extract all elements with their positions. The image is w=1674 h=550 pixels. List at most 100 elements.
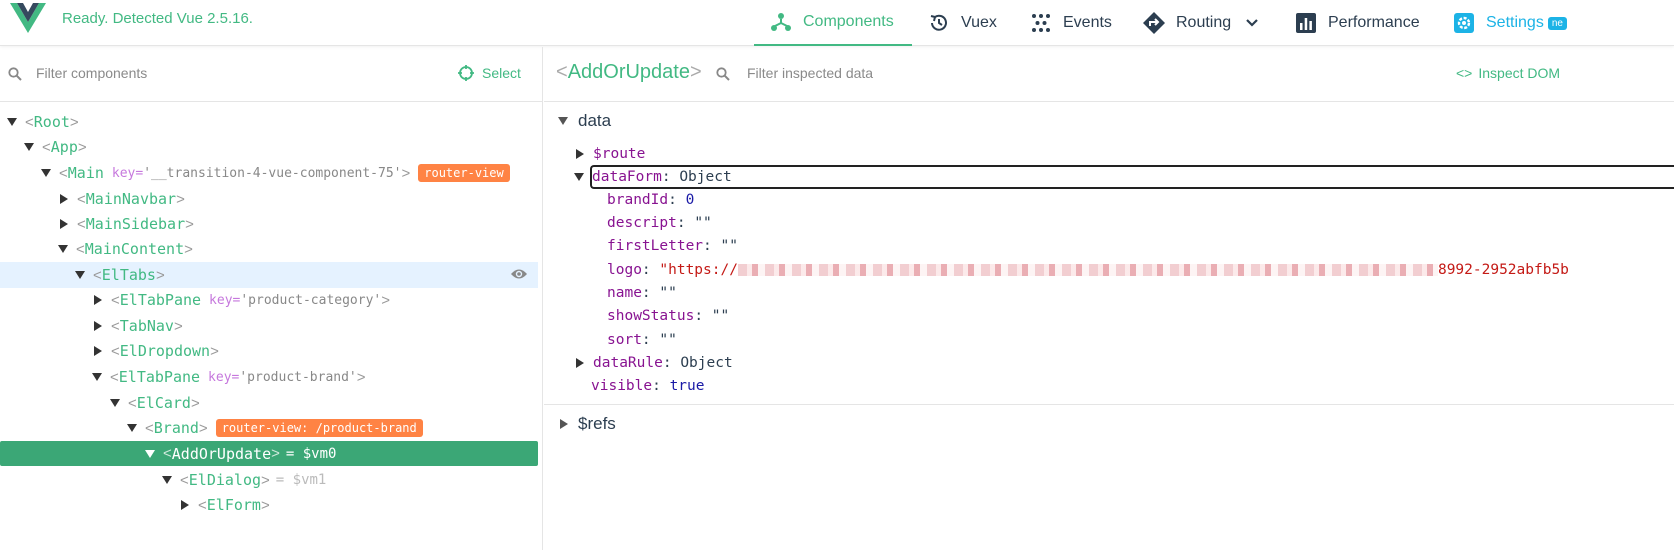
collapse-arrow-icon[interactable] — [75, 271, 85, 279]
collapse-arrow-icon[interactable] — [92, 373, 102, 381]
search-icon — [716, 67, 730, 81]
section-title: $refs — [578, 414, 616, 433]
expand-arrow-icon[interactable] — [94, 321, 102, 331]
prop-showstatus[interactable]: showStatus: "" — [607, 305, 729, 327]
tree-row-eltabs[interactable]: < ElTabs > — [0, 262, 538, 288]
component-name: MainContent — [84, 240, 185, 258]
prop-value-suffix[interactable]: 8992-2952abfb5b — [1438, 262, 1569, 278]
tab-settings[interactable]: Settings ne — [1453, 0, 1567, 46]
tree-row-brand[interactable]: < Brand > router-view: /product-brand — [0, 416, 538, 440]
router-view-badge: router-view: /product-brand — [215, 419, 423, 437]
expand-arrow-icon[interactable] — [576, 358, 584, 368]
collapse-arrow-icon[interactable] — [110, 399, 120, 407]
inspected-component-name: AddOrUpdate — [567, 61, 690, 83]
router-view-badge: router-view — [418, 164, 510, 182]
prop-route[interactable]: $route — [574, 143, 645, 165]
prop-value[interactable]: true — [670, 378, 705, 394]
attr-key: key= — [111, 165, 144, 181]
component-name: MainNavbar — [85, 190, 177, 208]
tab-routing[interactable]: Routing — [1143, 0, 1259, 46]
tree-row-eldialog[interactable]: < ElDialog > = $vm1 — [0, 468, 538, 492]
prop-descript[interactable]: descript: "" — [607, 212, 712, 234]
component-name: MainSidebar — [85, 215, 186, 233]
prop-value[interactable]: "" — [712, 308, 729, 324]
highlight-box — [590, 165, 1674, 189]
expand-arrow-icon[interactable] — [181, 500, 189, 510]
refs-section-header[interactable]: $refs — [558, 414, 616, 434]
prop-key: logo — [607, 262, 642, 278]
prop-key: sort — [607, 332, 642, 348]
tree-row-maincontent[interactable]: < MainContent > — [0, 237, 538, 261]
tree-row-mainnavbar[interactable]: < MainNavbar > — [0, 187, 538, 211]
prop-value[interactable]: "" — [659, 285, 676, 301]
prop-brandid[interactable]: brandId: 0 — [607, 189, 694, 211]
vue-logo-icon — [10, 3, 46, 33]
tree-row-tabnav[interactable]: < TabNav > — [0, 314, 538, 338]
performance-icon — [1296, 13, 1316, 33]
prop-key: descript — [607, 215, 677, 231]
collapse-arrow-icon[interactable] — [24, 143, 34, 151]
prop-datarule[interactable]: dataRule: Object — [574, 352, 733, 374]
prop-value[interactable]: "" — [721, 238, 738, 254]
tree-row-addorupdate[interactable]: < AddOrUpdate > = $vm0 — [0, 441, 538, 466]
tree-row-elcard[interactable]: < ElCard > — [0, 391, 538, 415]
collapse-arrow-icon[interactable] — [574, 173, 584, 181]
section-title: data — [578, 111, 612, 130]
prop-key: showStatus — [607, 308, 695, 324]
tab-label: Vuex — [961, 14, 997, 31]
expand-arrow-icon[interactable] — [560, 419, 568, 429]
collapse-arrow-icon[interactable] — [145, 449, 155, 458]
prop-visible[interactable]: visible: true — [591, 375, 705, 397]
eye-icon[interactable] — [510, 267, 528, 281]
prop-value[interactable]: "" — [694, 215, 711, 231]
prop-firstletter[interactable]: firstLetter: "" — [607, 235, 738, 257]
tree-row-eldropdown[interactable]: < ElDropdown > — [0, 339, 538, 363]
attr-value: 'product-brand' — [239, 369, 357, 385]
tree-row-eltabpane-brand[interactable]: < ElTabPane key='product-brand' > — [0, 365, 538, 389]
tree-row-elform[interactable]: < ElForm > — [0, 493, 538, 517]
tab-vuex[interactable]: Vuex — [928, 0, 997, 46]
tab-events[interactable]: Events — [1030, 0, 1112, 46]
collapse-arrow-icon[interactable] — [162, 476, 172, 484]
expand-arrow-icon[interactable] — [60, 219, 68, 229]
history-icon — [930, 14, 947, 31]
expand-arrow-icon[interactable] — [576, 149, 584, 159]
collapse-arrow-icon[interactable] — [127, 424, 137, 432]
tree-row-app[interactable]: < App > — [0, 135, 538, 159]
tree-row-root[interactable]: < Root > — [0, 110, 538, 134]
filter-components-input[interactable] — [36, 65, 416, 81]
select-component-button[interactable]: Select — [458, 65, 521, 81]
data-section-header[interactable]: data — [558, 111, 611, 131]
detection-status: Ready. Detected Vue 2.5.16. — [62, 10, 253, 27]
filter-inspected-data-input[interactable] — [747, 65, 1247, 81]
component-name: Main — [67, 164, 104, 182]
prop-value[interactable]: 0 — [686, 192, 695, 208]
prop-value[interactable]: "" — [659, 332, 676, 348]
collapse-arrow-icon[interactable] — [7, 118, 17, 126]
expand-arrow-icon[interactable] — [94, 295, 102, 305]
routing-icon — [1143, 12, 1165, 34]
tab-components[interactable]: Components — [754, 0, 912, 46]
select-label: Select — [482, 65, 521, 81]
prop-dataform[interactable]: dataForm: Object — [574, 166, 732, 188]
tree-row-mainsidebar[interactable]: < MainSidebar > — [0, 212, 538, 236]
prop-value-prefix[interactable]: "https:// — [659, 262, 738, 278]
collapse-arrow-icon[interactable] — [58, 245, 68, 253]
prop-logo[interactable]: logo: "https://8992-2952abfb5b — [607, 259, 1569, 281]
collapse-arrow-icon[interactable] — [41, 169, 51, 177]
collapse-arrow-icon[interactable] — [558, 117, 568, 125]
component-filter-bar: Select — [0, 47, 543, 102]
expand-arrow-icon[interactable] — [94, 346, 102, 356]
inspector-header: <AddOrUpdate> <> Inspect DOM — [544, 47, 1674, 102]
tab-performance[interactable]: Performance — [1295, 0, 1420, 46]
prop-name[interactable]: name: "" — [607, 282, 677, 304]
prop-sort[interactable]: sort: "" — [607, 329, 677, 351]
expand-arrow-icon[interactable] — [60, 194, 68, 204]
chevron-down-icon[interactable] — [1245, 18, 1259, 28]
component-name: TabNav — [119, 317, 174, 335]
inspect-dom-button[interactable]: <> Inspect DOM — [1456, 65, 1560, 81]
search-icon — [8, 67, 22, 81]
tree-row-main[interactable]: < Main key= '__transition-4-vue-component-… — [0, 161, 538, 185]
settings-icon — [1454, 13, 1474, 33]
tree-row-eltabpane-category[interactable]: < ElTabPane key='product-category' > — [0, 288, 538, 312]
